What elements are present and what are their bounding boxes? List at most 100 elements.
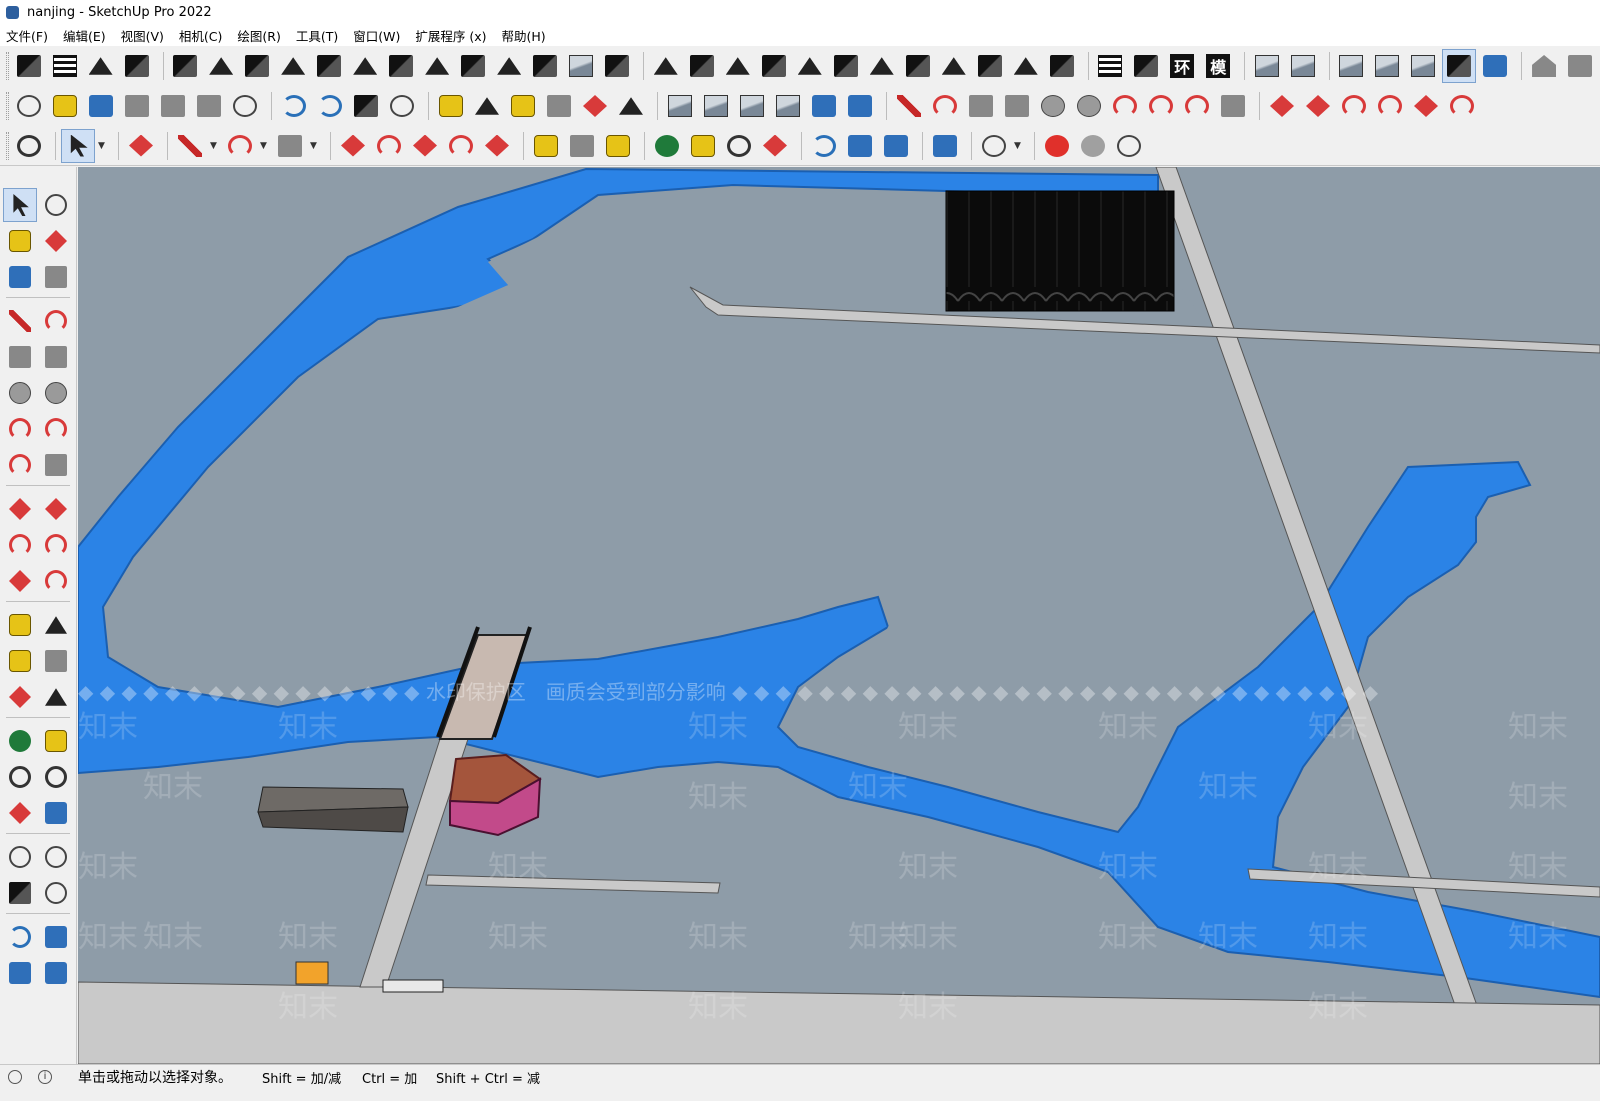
outer-shell-button[interactable] xyxy=(664,90,696,122)
shape-tool-button[interactable] xyxy=(274,130,306,162)
ext-tool-10-button[interactable] xyxy=(601,50,633,82)
left-zoom-extents-button[interactable] xyxy=(4,797,36,829)
menu-camera[interactable]: 相机(C) xyxy=(179,26,222,45)
ext-tool-2-button[interactable] xyxy=(313,50,345,82)
left-scale-button[interactable] xyxy=(4,565,36,597)
zoom-extents-button[interactable] xyxy=(759,130,791,162)
ext-tool-20-button[interactable] xyxy=(974,50,1006,82)
zoom-button[interactable] xyxy=(13,130,45,162)
left-walk-button[interactable] xyxy=(4,877,36,909)
left-follow-me-button[interactable] xyxy=(40,529,72,561)
scale-tool-button[interactable] xyxy=(481,130,513,162)
push-pull-tool-button[interactable] xyxy=(337,130,369,162)
ext-tool-7-button[interactable] xyxy=(493,50,525,82)
rotate-button[interactable] xyxy=(1338,90,1370,122)
left-push-pull-button[interactable] xyxy=(40,493,72,525)
ext-tool-9-button[interactable] xyxy=(565,50,597,82)
left-zoom-button[interactable] xyxy=(4,761,36,793)
new-button[interactable] xyxy=(13,90,45,122)
menu-tools[interactable]: 工具(T) xyxy=(296,26,338,45)
arc-tool-button[interactable] xyxy=(224,130,256,162)
ext-tool-15-button[interactable] xyxy=(794,50,826,82)
view-iso-button[interactable] xyxy=(1251,50,1283,82)
left-extension-manager-button[interactable] xyxy=(40,921,72,953)
undo-button[interactable] xyxy=(278,90,310,122)
left-pie-button[interactable] xyxy=(40,449,72,481)
table-tool-button[interactable] xyxy=(1094,50,1126,82)
model-info-button[interactable] xyxy=(386,90,418,122)
wireframe-style-button[interactable] xyxy=(1371,50,1403,82)
ext-tool-5-button[interactable] xyxy=(421,50,453,82)
model-viewport[interactable]: ◆ ◆ ◆ ◆ ◆ ◆ ◆ ◆ ◆ ◆ ◆ ◆ ◆ ◆ ◆ ◆ 水印保护区 画质… xyxy=(78,167,1600,1064)
plugin-disabled-button[interactable] xyxy=(1113,130,1145,162)
axes-button[interactable] xyxy=(579,90,611,122)
2pt-arc-button[interactable] xyxy=(1145,90,1177,122)
line-dropdown-chevron-icon[interactable]: ▼ xyxy=(210,141,220,151)
extension-manager-button[interactable] xyxy=(844,130,876,162)
drape-button[interactable] xyxy=(169,50,201,82)
offset-button[interactable] xyxy=(1446,90,1478,122)
left-line-button[interactable] xyxy=(4,305,36,337)
left-freehand-button[interactable] xyxy=(40,305,72,337)
sandbox-from-contours-button[interactable] xyxy=(13,50,45,82)
shape-dropdown-chevron-icon[interactable]: ▼ xyxy=(310,141,320,151)
flip-edge-button[interactable] xyxy=(241,50,273,82)
left-paint-bucket-button[interactable] xyxy=(4,225,36,257)
ext-tool-4-button[interactable] xyxy=(385,50,417,82)
eraser-button[interactable] xyxy=(125,130,157,162)
info-icon[interactable]: i xyxy=(38,1070,52,1084)
split-button[interactable] xyxy=(844,90,876,122)
warehouse-tool-button[interactable] xyxy=(808,130,840,162)
toolbar-grip[interactable] xyxy=(6,131,9,160)
view-top-button[interactable] xyxy=(1287,50,1319,82)
line-button[interactable] xyxy=(893,90,925,122)
follow-me-button[interactable] xyxy=(1374,90,1406,122)
left-rectangle-button[interactable] xyxy=(4,341,36,373)
print-button[interactable] xyxy=(350,90,382,122)
paste-button[interactable] xyxy=(193,90,225,122)
left-select-button[interactable] xyxy=(3,188,37,222)
ext-tool-8-button[interactable] xyxy=(529,50,561,82)
left-axes-button[interactable] xyxy=(4,681,36,713)
tape-measure-button[interactable] xyxy=(435,90,467,122)
save-button[interactable] xyxy=(85,90,117,122)
menu-draw[interactable]: 绘图(R) xyxy=(237,26,280,45)
geo-location-icon[interactable] xyxy=(8,1070,22,1084)
open-button[interactable] xyxy=(49,90,81,122)
pan-button[interactable] xyxy=(687,130,719,162)
left-move-button[interactable] xyxy=(4,493,36,525)
mo-button[interactable]: 模 xyxy=(1202,50,1234,82)
left-component-button[interactable] xyxy=(4,261,36,293)
left-eraser-button[interactable] xyxy=(40,225,72,257)
trim-button[interactable] xyxy=(808,90,840,122)
menu-help[interactable]: 帮助(H) xyxy=(502,26,546,45)
menu-extensions[interactable]: 扩展程序 (x) xyxy=(415,26,486,45)
tape-tool-button[interactable] xyxy=(530,130,562,162)
dimension-button[interactable] xyxy=(471,90,503,122)
ext-tool-17-button[interactable] xyxy=(866,50,898,82)
left-arc-button[interactable] xyxy=(4,413,36,445)
left-3d-text-button[interactable] xyxy=(40,681,72,713)
left-extension-settings-button[interactable] xyxy=(40,957,72,989)
subtract-button[interactable] xyxy=(772,90,804,122)
pie-button[interactable] xyxy=(1217,90,1249,122)
left-text-button[interactable] xyxy=(40,645,72,677)
warehouse-button[interactable] xyxy=(1528,50,1560,82)
left-warehouse-button[interactable] xyxy=(4,921,36,953)
3d-text-button[interactable] xyxy=(615,90,647,122)
ext-tool-14-button[interactable] xyxy=(758,50,790,82)
freehand-button[interactable] xyxy=(929,90,961,122)
paint-bucket-button[interactable] xyxy=(602,130,634,162)
hidden-line-style-button[interactable] xyxy=(1407,50,1439,82)
arc-button[interactable] xyxy=(1109,90,1141,122)
copy-button[interactable] xyxy=(157,90,189,122)
shaded-style-button[interactable] xyxy=(1442,49,1477,83)
intersect-button[interactable] xyxy=(700,90,732,122)
ext-tool-3-button[interactable] xyxy=(349,50,381,82)
left-orbit-button[interactable] xyxy=(4,725,36,757)
left-lasso-button[interactable] xyxy=(40,189,72,221)
ext-tool-13-button[interactable] xyxy=(722,50,754,82)
extension-settings-button[interactable] xyxy=(929,130,961,162)
left-2pt-arc-button[interactable] xyxy=(40,413,72,445)
add-detail-button[interactable] xyxy=(205,50,237,82)
